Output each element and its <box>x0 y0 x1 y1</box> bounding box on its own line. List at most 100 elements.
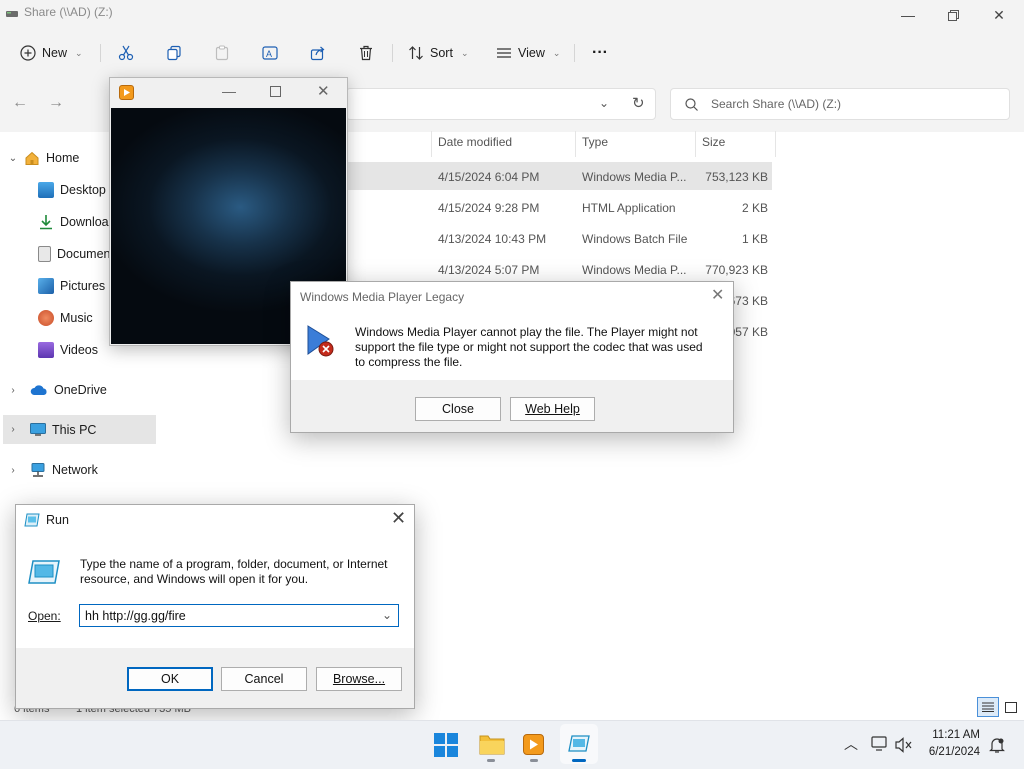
maximize-button[interactable] <box>270 86 281 97</box>
new-button[interactable]: New ⌄ <box>20 38 83 68</box>
column-divider[interactable] <box>575 131 576 157</box>
document-icon <box>38 246 51 262</box>
refresh-icon[interactable]: ↻ <box>632 94 645 112</box>
file-type[interactable]: Windows Batch File <box>582 232 692 252</box>
delete-button[interactable] <box>358 38 374 68</box>
run-dialog: Run ✕ Type the name of a program, folder… <box>15 504 415 709</box>
chevron-right-icon[interactable]: › <box>6 385 20 396</box>
column-header-type[interactable]: Type <box>582 135 608 155</box>
share-button[interactable] <box>310 38 326 68</box>
taskbar: ︿ 11:21 AM 6/21/2024 <box>0 720 1024 769</box>
sort-icon <box>409 46 423 60</box>
browse-button[interactable]: Browse... <box>316 667 402 691</box>
toolbar-divider <box>100 44 101 62</box>
address-bar[interactable]: ⌄ ↻ <box>346 88 656 120</box>
share-icon <box>310 46 325 61</box>
view-button[interactable]: View ⌄ <box>496 38 560 68</box>
videos-icon <box>38 342 54 358</box>
chevron-right-icon[interactable]: › <box>6 465 20 476</box>
show-hidden-icons-button[interactable]: ︿ <box>844 734 858 754</box>
clock-date[interactable]: 6/21/2024 <box>922 746 980 758</box>
svg-text:A: A <box>266 49 272 59</box>
search-box[interactable]: Search Share (\\AD) (Z:) <box>670 88 1010 120</box>
run-description: Type the name of a program, folder, docu… <box>80 557 388 586</box>
search-icon <box>685 98 698 111</box>
file-size[interactable]: 2 KB <box>700 201 768 221</box>
dialog-title-bar[interactable]: Windows Media Player Legacy ✕ <box>291 282 733 310</box>
running-indicator <box>530 759 538 762</box>
column-divider[interactable] <box>431 131 432 157</box>
file-type[interactable]: Windows Media P... <box>582 170 692 190</box>
maximize-button[interactable] <box>930 0 976 30</box>
close-button[interactable]: ✕ <box>317 82 330 100</box>
home-icon <box>24 150 40 166</box>
nav-item-onedrive[interactable]: › OneDrive <box>0 376 158 404</box>
tiles-view-button[interactable] <box>1002 697 1020 717</box>
open-combobox[interactable]: hh http://gg.gg/fire ⌄ <box>79 604 399 627</box>
chevron-down-icon[interactable]: ⌄ <box>6 153 20 164</box>
network-status-icon[interactable] <box>871 736 889 752</box>
nav-item-network[interactable]: › Network <box>0 456 158 484</box>
close-button[interactable]: ✕ <box>976 0 1022 30</box>
file-explorer-taskbar-button[interactable] <box>479 733 505 755</box>
nav-item-this-pc[interactable]: › This PC <box>3 415 156 444</box>
web-help-button[interactable]: Web Help <box>510 397 595 421</box>
details-view-button[interactable] <box>977 697 999 717</box>
chevron-down-icon[interactable]: ⌄ <box>382 608 392 622</box>
address-dropdown-icon[interactable]: ⌄ <box>599 96 609 110</box>
minimize-button[interactable]: — <box>222 83 236 99</box>
tiles-view-icon <box>1005 701 1017 713</box>
ok-button[interactable]: OK <box>127 667 213 691</box>
run-close-button[interactable]: ✕ <box>391 508 406 529</box>
volume-muted-icon[interactable] <box>895 737 913 753</box>
command-bar: New ⌄ A Sort ⌄ View ⌄ ··· <box>0 30 1024 76</box>
trash-icon <box>360 45 372 61</box>
desktop-icon <box>38 182 54 198</box>
sort-button[interactable]: Sort ⌄ <box>408 38 468 68</box>
column-divider[interactable] <box>695 131 696 157</box>
media-player-icon <box>119 85 134 100</box>
clock-time[interactable]: 11:21 AM <box>930 729 980 741</box>
active-indicator <box>572 759 586 762</box>
start-button[interactable] <box>434 733 458 757</box>
paste-button[interactable] <box>214 38 230 68</box>
file-date[interactable]: 4/15/2024 9:28 PM <box>438 201 539 221</box>
rename-icon: A <box>262 46 278 60</box>
music-icon <box>38 310 54 326</box>
close-dialog-button[interactable]: Close <box>415 397 501 421</box>
file-date[interactable]: 4/13/2024 10:43 PM <box>438 232 546 252</box>
minimize-button[interactable]: — <box>885 0 931 30</box>
download-icon <box>38 214 54 230</box>
file-type[interactable]: HTML Application <box>582 201 692 221</box>
explorer-title-bar[interactable]: Share (\\AD) (Z:) — ✕ <box>0 0 1024 30</box>
forward-button[interactable]: → <box>48 94 64 112</box>
column-header-size[interactable]: Size <box>702 135 725 155</box>
back-button[interactable]: ← <box>12 94 28 112</box>
open-input[interactable]: hh http://gg.gg/fire <box>85 609 186 623</box>
pictures-icon <box>38 278 54 294</box>
toolbar-divider <box>574 44 575 62</box>
copy-button[interactable] <box>166 38 182 68</box>
file-type[interactable]: Windows Media P... <box>582 263 692 283</box>
media-player-taskbar-button[interactable] <box>523 734 544 755</box>
column-header-date[interactable]: Date modified <box>438 135 512 155</box>
cloud-icon <box>30 384 48 396</box>
more-options-button[interactable]: ··· <box>592 38 608 68</box>
file-date[interactable]: 4/13/2024 5:07 PM <box>438 263 539 283</box>
clipboard-icon <box>215 45 229 61</box>
copy-icon <box>167 45 181 61</box>
notification-bell-icon[interactable] <box>988 736 1006 754</box>
cut-button[interactable] <box>118 38 134 68</box>
dialog-close-button[interactable]: ✕ <box>711 285 724 305</box>
chevron-right-icon[interactable]: › <box>6 424 20 435</box>
column-divider[interactable] <box>775 131 776 157</box>
monitor-icon <box>30 422 46 437</box>
rename-button[interactable]: A <box>262 38 278 68</box>
file-size[interactable]: 770,923 KB <box>696 263 768 283</box>
run-taskbar-button[interactable] <box>560 724 598 764</box>
file-size[interactable]: 1 KB <box>700 232 768 252</box>
file-date[interactable]: 4/15/2024 6:04 PM <box>438 170 539 190</box>
cancel-button[interactable]: Cancel <box>221 667 307 691</box>
restore-icon <box>947 9 959 21</box>
file-size[interactable]: 753,123 KB <box>700 170 768 190</box>
